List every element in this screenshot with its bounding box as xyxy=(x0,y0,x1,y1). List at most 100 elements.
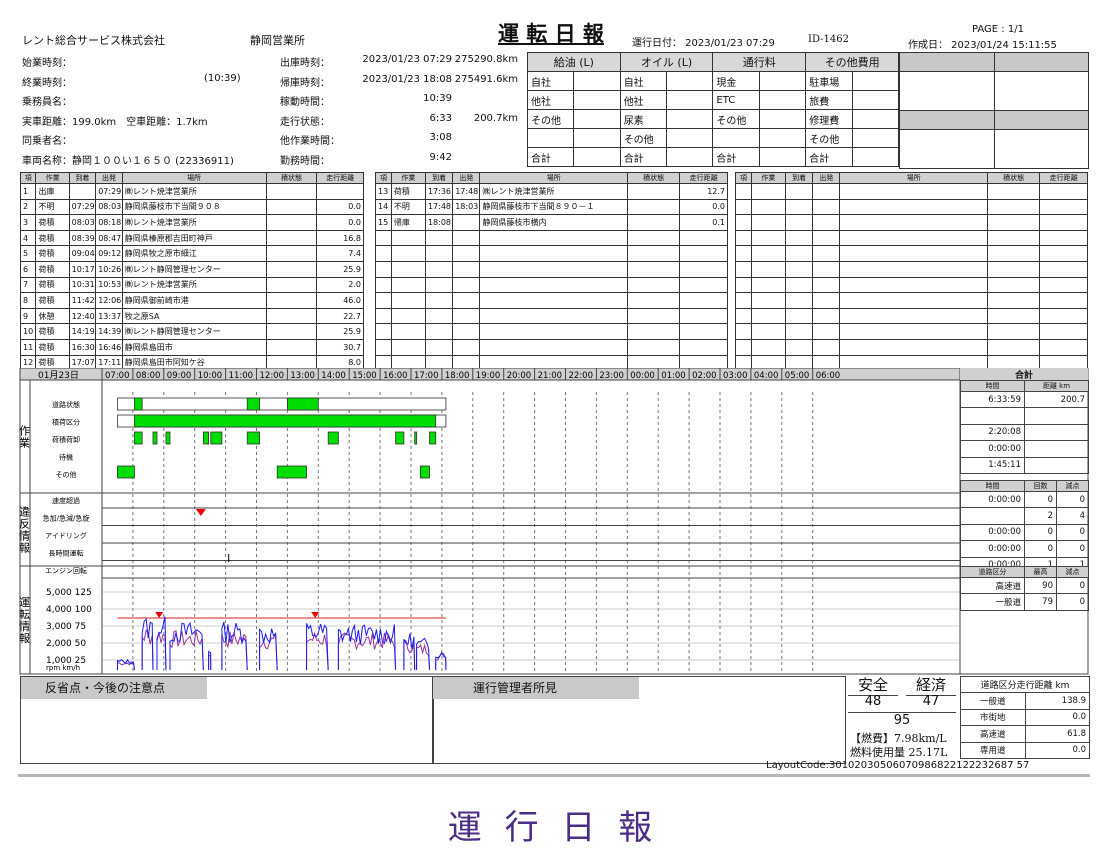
fee-cell: 自社 xyxy=(619,71,668,91)
fee-cell: 合計 xyxy=(712,147,760,167)
work-cell xyxy=(265,323,318,340)
work-cell xyxy=(839,183,989,200)
road-km: 61.8 xyxy=(1024,725,1090,743)
work-cell: 07:29 xyxy=(68,198,97,216)
work-row xyxy=(375,292,728,309)
row-label: 待機 xyxy=(59,453,73,462)
work-cell: 12:40 xyxy=(68,307,97,325)
work-cell: 静岡県御前崎市港 xyxy=(121,292,267,309)
work-cell xyxy=(627,198,681,216)
road-km: 0.0 xyxy=(1024,708,1090,727)
work-cell: 17:36 xyxy=(424,183,454,200)
work-row: 8 荷積 11:42 12:06 静岡県御前崎市港 46.0 xyxy=(19,292,364,309)
work-cell: 0.0 xyxy=(679,198,728,216)
work-row: 2 不明 07:29 08:03 静岡県藤枝市下当間９０８ 0.0 xyxy=(19,198,364,216)
work-cell: 荷積 xyxy=(35,229,70,247)
fee-cell: 尿素 xyxy=(619,109,668,129)
work-cell xyxy=(679,229,728,247)
road-state-bar xyxy=(117,397,447,411)
work-cell xyxy=(390,292,426,309)
other-work-segment xyxy=(117,465,135,479)
work-cell xyxy=(784,214,814,231)
work-cell xyxy=(1039,229,1088,247)
fee-cell: 旅費 xyxy=(805,90,853,110)
work-cell: 10:17 xyxy=(68,260,97,278)
fee-cell xyxy=(573,109,621,129)
fee-cell: 合計 xyxy=(805,147,853,167)
work-cell xyxy=(987,245,1041,262)
loading-segment xyxy=(152,431,158,445)
work-table-left: 項作業 到着 出発 場所 積状態 走行距離 1 出庫 07:29 ㈱レント焼津営業所 2 不明 07:2… xyxy=(19,172,364,372)
work-cell xyxy=(839,260,989,278)
work-cell xyxy=(987,276,1041,294)
fee-cell xyxy=(851,90,900,110)
fee-cell: その他 xyxy=(526,109,575,129)
fee-cell xyxy=(851,109,900,129)
section-label-char: 報 xyxy=(19,542,30,555)
work-cell xyxy=(812,229,841,247)
summary-title: 合計 xyxy=(960,368,1088,381)
work-row: 7 荷積 10:31 10:53 ㈱レント焼津営業所 2.0 xyxy=(19,276,364,294)
work-cell xyxy=(735,198,752,216)
work-cell xyxy=(839,198,989,216)
work-header: 走行距離 xyxy=(679,172,728,184)
work-row: 9 休憩 12:40 13:37 牧之原SA 22.7 xyxy=(19,307,364,325)
work-cell xyxy=(479,276,629,294)
work-row xyxy=(375,307,728,325)
fee-cell xyxy=(666,128,714,148)
summary-cell: 0 xyxy=(1056,593,1089,611)
work-cell: 14:39 xyxy=(95,323,123,340)
work-cell xyxy=(784,229,814,247)
work-row: 6 荷積 10:17 10:26 ㈱レント静岡管理センター 25.9 xyxy=(19,260,364,278)
info-label-1: 終業時刻： xyxy=(22,77,72,89)
work-row: 10 荷積 14:19 14:39 ㈱レント静岡管理センター 25.9 xyxy=(19,323,364,340)
work-row xyxy=(735,183,1088,200)
work-cell xyxy=(750,229,786,247)
work-cell xyxy=(1039,307,1088,325)
work-cell xyxy=(627,214,681,231)
work-cell xyxy=(265,214,318,231)
fee-cell xyxy=(666,71,714,91)
summary-cell: 2 xyxy=(1024,507,1057,525)
work-cell xyxy=(316,183,364,200)
work-cell: 荷積 xyxy=(35,292,70,309)
work-table-mid: 項作業 到着 出発 場所 積状態 走行距離 13 荷積 17:36 17:48 ㈱レント焼津営業所 1… xyxy=(375,172,728,372)
summary-header: 減点 xyxy=(1056,480,1089,492)
work-cell xyxy=(375,229,392,247)
work-cell: 1 xyxy=(19,183,37,200)
work-cell: 14:19 xyxy=(68,323,97,340)
work-cell xyxy=(424,260,454,278)
work-cell xyxy=(812,338,841,356)
work-cell xyxy=(627,292,681,309)
fee-cell xyxy=(666,147,714,167)
work-header: 作業 xyxy=(750,172,786,184)
work-cell xyxy=(424,323,454,340)
road-type: 市街地 xyxy=(960,708,1026,727)
work-cell xyxy=(265,245,318,262)
row-label: 積荷区分 xyxy=(52,418,80,427)
work-cell: 休憩 xyxy=(35,307,70,325)
summary-cell: 0:00:00 xyxy=(960,440,1025,458)
summary-cell: 0 xyxy=(1024,540,1057,558)
layout-code: LayoutCode:30102030506070986822122232687… xyxy=(766,760,1030,771)
time-extra-1: 275491.6km xyxy=(454,73,518,85)
work-header: 場所 xyxy=(121,172,267,184)
work-cell xyxy=(735,245,752,262)
info-label-2: 乗務員名： xyxy=(22,97,72,109)
row-label: エンジン回転 xyxy=(45,567,87,575)
work-row xyxy=(735,198,1088,216)
time-value-5: 9:42 xyxy=(429,152,452,163)
row-label: 荷積荷卸 xyxy=(52,435,80,444)
road-type: 高速道 xyxy=(960,725,1026,743)
work-cell: 静岡県牧之原市細江 xyxy=(121,245,267,262)
timeline-date: 01月23日 xyxy=(38,370,79,381)
work-cell xyxy=(1039,260,1088,278)
work-cell: 30.7 xyxy=(316,338,364,356)
work-cell xyxy=(479,245,629,262)
work-cell xyxy=(265,260,318,278)
work-row xyxy=(735,276,1088,294)
work-cell: 不明 xyxy=(390,198,426,216)
summary-table: 道路区分 最高 減点 高速道 90 0 一般道 79 0 xyxy=(960,566,1089,611)
end-time-extra: (10:39) xyxy=(204,73,241,84)
work-cell xyxy=(390,245,426,262)
